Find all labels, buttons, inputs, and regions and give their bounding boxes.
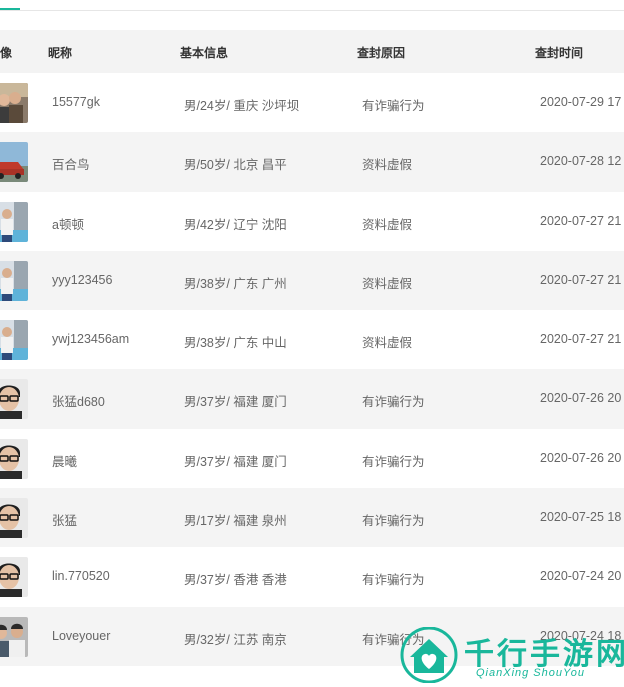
avatar[interactable] (0, 260, 28, 301)
nickname-cell[interactable]: 张猛 (52, 510, 77, 529)
time-cell: 2020-07-26 20 (540, 391, 622, 406)
avatar[interactable] (0, 83, 28, 123)
nickname-cell[interactable]: lin.770520 (52, 569, 110, 583)
table-row[interactable]: lin.770520 男/37岁/ 香港 香港 有诈骗行为 2020-07-24 20 (0, 547, 624, 607)
header-basic-info: 基本信息 (180, 46, 229, 60)
time-cell: 2020-07-26 20 (540, 450, 622, 465)
header-time: 查封时间 (535, 46, 584, 60)
nickname-cell[interactable]: 15577gk (52, 95, 100, 109)
time-cell: 2020-07-27 21 (540, 332, 622, 347)
time-cell: 2020-07-27 21 (540, 213, 622, 228)
reason-cell: 有诈骗行为 (362, 395, 425, 410)
time-cell: 2020-07-28 12 (540, 154, 622, 169)
reason-cell: 资料虚假 (362, 217, 413, 232)
avatar[interactable] (0, 616, 28, 657)
tab-divider (0, 10, 624, 11)
nickname-cell[interactable]: ywj123456am (52, 332, 129, 346)
time-cell: 2020-07-24 20 (540, 569, 622, 584)
avatar[interactable] (0, 142, 28, 183)
nickname-cell[interactable]: 张猛d680 (52, 391, 105, 410)
basic-info-cell: 男/38岁/ 广东 广州 (184, 276, 287, 291)
table-row[interactable]: 张猛 男/17岁/ 福建 泉州 有诈骗行为 2020-07-25 18 (0, 488, 624, 548)
time-cell: 2020-07-24 18 (540, 628, 622, 643)
header-nickname: 昵称 (48, 46, 73, 60)
basic-info-cell: 男/37岁/ 福建 厦门 (184, 454, 287, 469)
reason-cell: 资料虚假 (362, 336, 413, 351)
avatar[interactable] (0, 438, 28, 479)
basic-info-cell: 男/38岁/ 广东 中山 (184, 336, 287, 351)
time-cell: 2020-07-25 18 (540, 510, 622, 525)
banned-users-table: 像 昵称 基本信息 查封原因 查封时间 15577gk 男/24岁/ 重庆 沙坪坝… (0, 30, 624, 666)
table-row[interactable]: 15577gk 男/24岁/ 重庆 沙坪坝 有诈骗行为 2020-07-29 17 (0, 73, 624, 133)
reason-cell: 有诈骗行为 (362, 632, 425, 647)
reason-cell: 有诈骗行为 (362, 573, 425, 588)
table-row[interactable]: a顿顿 男/42岁/ 辽宁 沈阳 资料虚假 2020-07-27 21 (0, 191, 624, 251)
nickname-cell[interactable]: yyy123456 (52, 273, 112, 287)
avatar[interactable] (0, 201, 28, 242)
nickname-cell[interactable]: 晨曦 (52, 451, 77, 470)
avatar[interactable] (0, 557, 28, 598)
table-body: 15577gk 男/24岁/ 重庆 沙坪坝 有诈骗行为 2020-07-29 17 百合… (0, 73, 624, 666)
avatar[interactable] (0, 379, 28, 420)
basic-info-cell: 男/37岁/ 香港 香港 (184, 573, 287, 588)
reason-cell: 资料虚假 (362, 276, 413, 291)
basic-info-cell: 男/17岁/ 福建 泉州 (184, 514, 287, 529)
time-cell: 2020-07-29 17 (540, 95, 622, 109)
nickname-cell[interactable]: Loveyouer (52, 629, 110, 643)
table-row[interactable]: 张猛d680 男/37岁/ 福建 厦门 有诈骗行为 2020-07-26 20 (0, 369, 624, 429)
reason-cell: 有诈骗行为 (362, 99, 425, 113)
time-cell: 2020-07-27 21 (540, 272, 622, 287)
table-row[interactable]: 百合鸟 男/50岁/ 北京 昌平 资料虚假 2020-07-28 12 (0, 132, 624, 192)
header-avatar: 像 (0, 46, 13, 60)
reason-cell: 有诈骗行为 (362, 454, 425, 469)
reason-cell: 资料虚假 (362, 158, 413, 173)
basic-info-cell: 男/42岁/ 辽宁 沈阳 (184, 217, 287, 232)
reason-cell: 有诈骗行为 (362, 514, 425, 529)
table-row[interactable]: 晨曦 男/37岁/ 福建 厦门 有诈骗行为 2020-07-26 20 (0, 428, 624, 489)
nickname-cell[interactable]: 百合鸟 (52, 154, 90, 173)
basic-info-cell: 男/32岁/ 江苏 南京 (184, 632, 287, 647)
basic-info-cell: 男/50岁/ 北京 昌平 (184, 158, 287, 173)
table-row[interactable]: yyy123456 男/38岁/ 广东 广州 资料虚假 2020-07-27 21 (0, 250, 624, 311)
table-row[interactable]: Loveyouer 男/32岁/ 江苏 南京 有诈骗行为 2020-07-24 18 (0, 606, 624, 666)
table-row[interactable]: ywj123456am 男/38岁/ 广东 中山 资料虚假 2020-07-27 21 (0, 310, 624, 370)
basic-info-cell: 男/37岁/ 福建 厦门 (184, 395, 287, 410)
table-header: 像 昵称 基本信息 查封原因 查封时间 (0, 30, 624, 73)
watermark-subtitle: QianXing ShouYou (476, 667, 585, 679)
nickname-cell[interactable]: a顿顿 (52, 214, 84, 233)
avatar[interactable] (0, 498, 28, 539)
basic-info-cell: 男/24岁/ 重庆 沙坪坝 (184, 99, 300, 113)
avatar[interactable] (0, 320, 28, 361)
header-reason: 查封原因 (357, 46, 406, 60)
